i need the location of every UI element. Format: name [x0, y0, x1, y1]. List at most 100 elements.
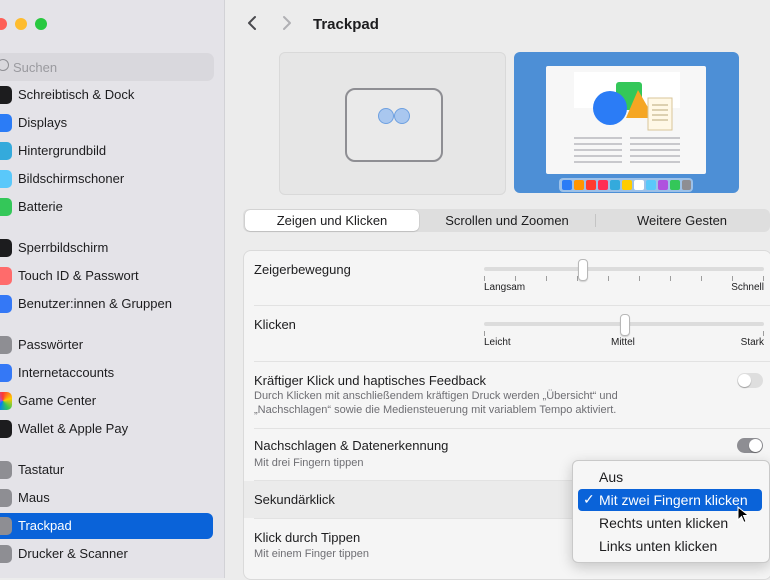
slider-tick — [732, 276, 733, 281]
trackpad-icon — [0, 517, 12, 535]
sidebar-item-passwords[interactable]: Passwörter — [0, 332, 213, 358]
back-button[interactable] — [242, 14, 262, 36]
click-pressure-label: Klicken — [254, 317, 296, 332]
lookup-description: Mit drei Fingern tippen — [254, 457, 364, 469]
menu-item-label: Mit zwei Fingern klicken — [599, 492, 748, 508]
sidebar-item-label: Game Center — [18, 393, 97, 408]
lock-icon — [0, 239, 12, 257]
slider-max-label: Stark — [740, 337, 764, 348]
sidebar-item-game-center[interactable]: Game Center — [0, 388, 213, 414]
sidebar-item-label: Internetaccounts — [18, 365, 115, 380]
sidebar-item-screensaver[interactable]: Bildschirmschoner — [0, 166, 213, 192]
tap-to-click-description: Mit einem Finger tippen — [254, 548, 369, 560]
sidebar-item-label: Sperrbildschirm — [18, 240, 109, 255]
force-click-toggle[interactable] — [737, 373, 763, 388]
search-input[interactable]: Suchen — [0, 53, 214, 81]
lookup-toggle[interactable] — [737, 438, 763, 453]
battery-icon — [0, 198, 12, 216]
trackpad-illustration — [345, 88, 443, 162]
slider-tick — [484, 331, 485, 336]
menu-item-off[interactable]: Aus — [578, 466, 762, 488]
click-pressure-slider[interactable] — [484, 314, 764, 336]
tab-scroll-and-zoom[interactable]: Scrollen und Zoomen — [421, 210, 593, 231]
sidebar-item-label: Maus — [18, 490, 50, 505]
mouse-pointer-icon — [737, 506, 750, 524]
sidebar-item-label: Hintergrundbild — [18, 143, 107, 158]
sidebar: Suchen Schreibtisch & Dock Displays Hint… — [0, 0, 225, 578]
slider-tick — [670, 276, 671, 281]
sidebar-item-label: Schreibtisch & Dock — [18, 87, 135, 102]
dock-icon — [0, 86, 12, 104]
wallpaper-icon — [0, 142, 12, 160]
sidebar-item-label: Tastatur — [18, 462, 65, 477]
menu-item-two-finger-click[interactable]: ✓ Mit zwei Fingern klicken — [578, 489, 762, 511]
preview-content-illustration — [574, 72, 680, 163]
force-click-row: Kräftiger Klick und haptisches Feedback … — [244, 362, 770, 428]
slider-knob[interactable] — [620, 314, 630, 336]
tracking-speed-label: Zeigerbewegung — [254, 262, 351, 277]
chevron-left-icon — [248, 16, 256, 30]
menu-item-bottom-right-click[interactable]: Rechts unten klicken — [578, 512, 762, 534]
preview-window-illustration — [546, 66, 706, 174]
force-click-description: Durch Klicken mit anschließendem kräftig… — [254, 390, 618, 402]
tracking-speed-slider[interactable] — [484, 259, 764, 281]
slider-min-label: Langsam — [484, 282, 526, 293]
tab-divider — [595, 214, 596, 227]
search-placeholder: Suchen — [13, 60, 58, 75]
gesture-preview-trackpad — [279, 52, 506, 195]
fingerprint-icon — [0, 267, 12, 285]
sidebar-item-mouse[interactable]: Maus — [0, 485, 213, 511]
users-icon — [0, 295, 12, 313]
sidebar-item-lock-screen[interactable]: Sperrbildschirm — [0, 235, 213, 261]
sidebar-item-displays[interactable]: Displays — [0, 110, 213, 136]
tab-more-gestures[interactable]: Weitere Gesten — [597, 210, 767, 231]
minimize-window-button[interactable] — [15, 18, 27, 30]
force-click-description: „Nachschlagen“ sowie die Mediensteuerung… — [254, 404, 617, 416]
slider-tick — [608, 276, 609, 281]
keyboard-icon — [0, 461, 12, 479]
sidebar-item-desktop-dock[interactable]: Schreibtisch & Dock — [0, 82, 213, 108]
slider-mid-label: Mittel — [611, 337, 635, 348]
sidebar-item-label: Benutzer:innen & Gruppen — [18, 296, 172, 311]
slider-tick — [515, 276, 516, 281]
dock-illustration — [559, 178, 693, 192]
gesture-preview-screen — [514, 52, 739, 193]
key-icon — [0, 336, 12, 354]
close-window-button[interactable] — [0, 18, 7, 30]
tab-bar: Zeigen und Klicken Scrollen und Zoomen W… — [243, 209, 770, 232]
sidebar-item-touch-id[interactable]: Touch ID & Passwort — [0, 263, 213, 289]
game-center-icon — [0, 392, 12, 410]
slider-max-label: Schnell — [731, 282, 764, 293]
secondary-click-label: Sekundärklick — [254, 492, 335, 507]
lookup-label: Nachschlagen & Datenerkennung — [254, 438, 449, 453]
sidebar-item-wallpaper[interactable]: Hintergrundbild — [0, 138, 213, 164]
slider-knob[interactable] — [578, 259, 588, 281]
mouse-icon — [0, 489, 12, 507]
zoom-window-button[interactable] — [35, 18, 47, 30]
chevron-right-icon — [283, 16, 291, 30]
screensaver-icon — [0, 170, 12, 188]
finger-dot — [394, 108, 410, 124]
sidebar-item-keyboard[interactable]: Tastatur — [0, 457, 213, 483]
slider-tick — [763, 276, 764, 281]
sidebar-item-label: Passwörter — [18, 337, 84, 352]
tracking-speed-row: Zeigerbewegung Langsam Schnell — [244, 251, 770, 305]
tab-point-and-click[interactable]: Zeigen und Klicken — [245, 210, 419, 231]
slider-tick — [763, 331, 764, 336]
search-icon — [0, 59, 9, 71]
sidebar-item-wallet[interactable]: Wallet & Apple Pay — [0, 416, 213, 442]
sidebar-item-label: Drucker & Scanner — [18, 546, 128, 561]
menu-item-bottom-left-click[interactable]: Links unten klicken — [578, 535, 762, 557]
sidebar-item-internet-accounts[interactable]: Internetaccounts — [0, 360, 213, 386]
sidebar-item-battery[interactable]: Batterie — [0, 194, 213, 220]
slider-tick — [546, 276, 547, 281]
click-pressure-row: Klicken Leicht Mittel Stark — [244, 306, 770, 361]
display-icon — [0, 114, 12, 132]
sidebar-item-printers[interactable]: Drucker & Scanner — [0, 541, 213, 567]
sidebar-item-users-groups[interactable]: Benutzer:innen & Gruppen — [0, 291, 213, 317]
sidebar-item-label: Bildschirmschoner — [18, 171, 125, 186]
sidebar-item-label: Wallet & Apple Pay — [18, 421, 129, 436]
slider-min-label: Leicht — [484, 337, 511, 348]
forward-button[interactable] — [277, 14, 297, 36]
sidebar-item-trackpad[interactable]: Trackpad — [0, 513, 213, 539]
